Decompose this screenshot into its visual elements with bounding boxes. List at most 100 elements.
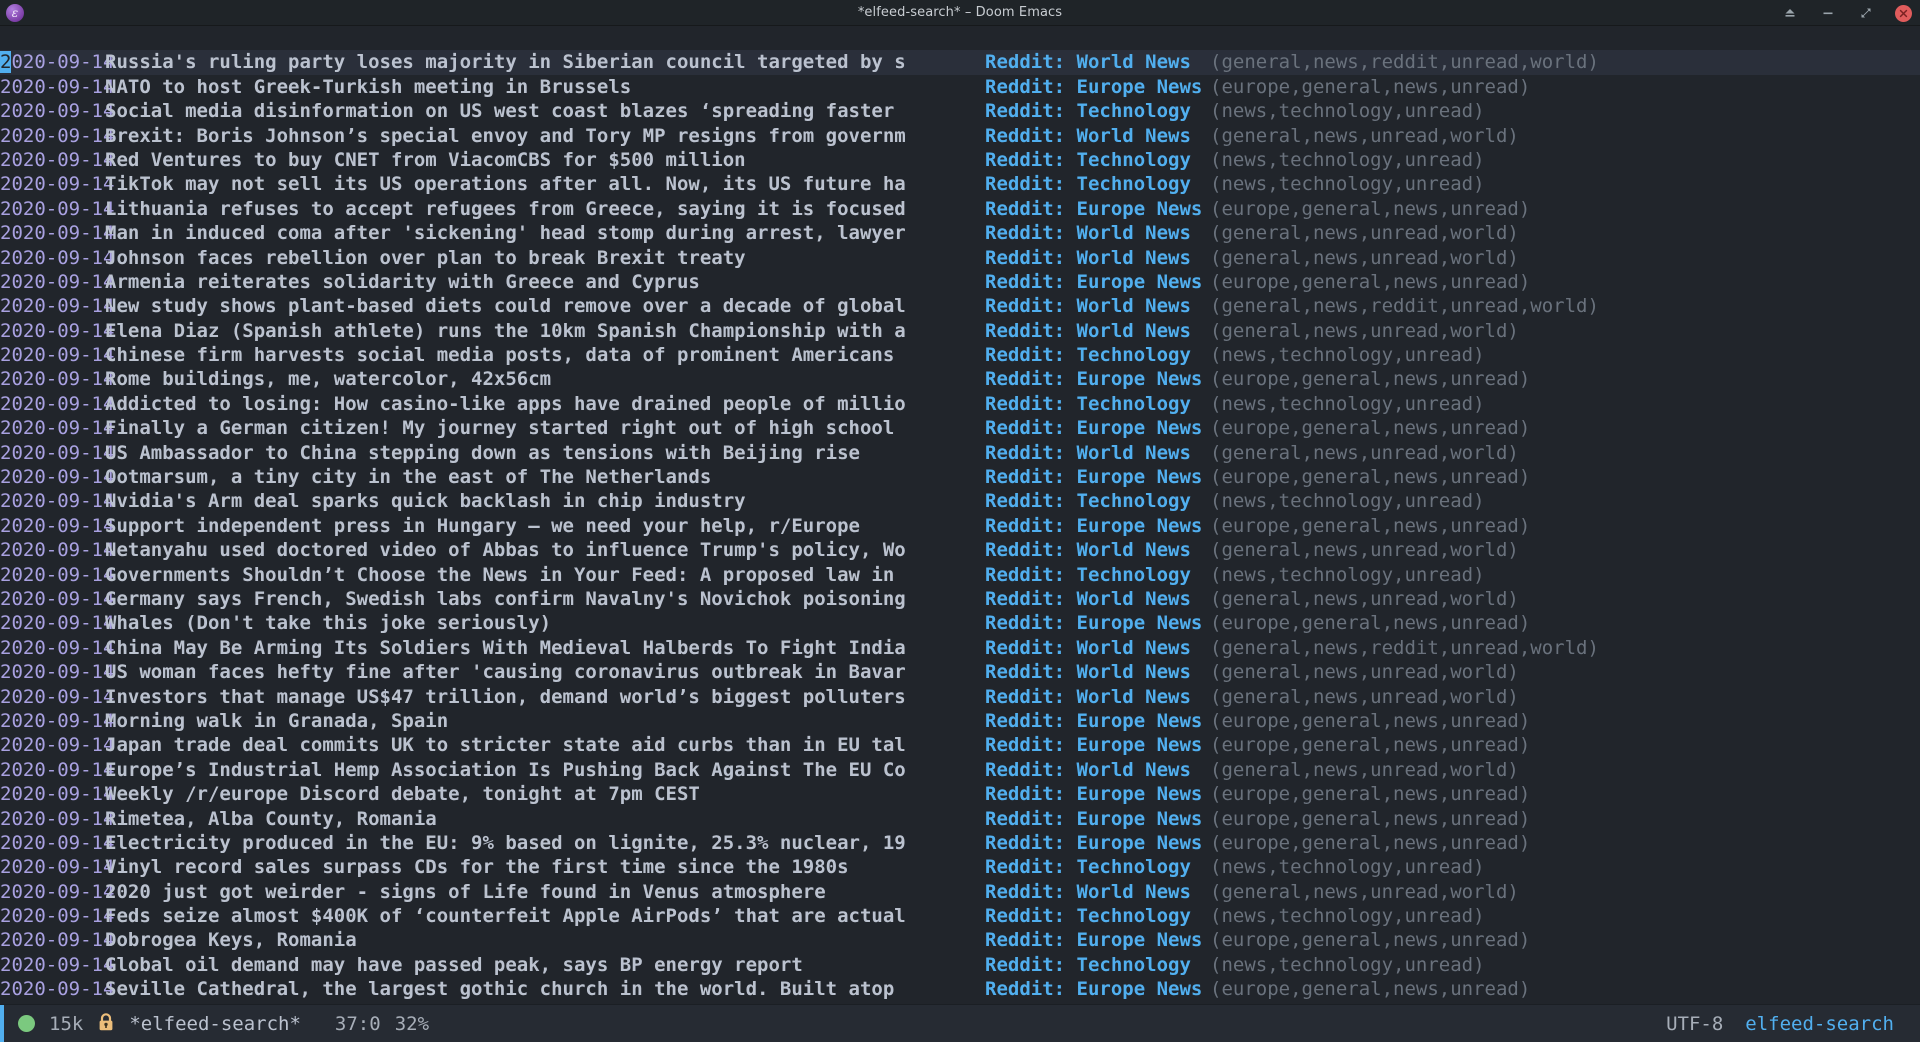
entry-feed[interactable]: Reddit: Technology: [985, 392, 1210, 416]
entry-title[interactable]: Social media disinformation on US west c…: [105, 99, 985, 123]
entry-feed[interactable]: Reddit: World News: [985, 660, 1210, 684]
entry-title[interactable]: Ootmarsum, a tiny city in the east of Th…: [105, 465, 985, 489]
entry-row[interactable]: 2020-09-14 Investors that manage US$47 tr…: [0, 685, 1920, 709]
minimize-icon[interactable]: [1819, 4, 1837, 22]
entry-title[interactable]: Europe’s Industrial Hemp Association Is …: [105, 758, 985, 782]
entry-row[interactable]: 2020-09-14 Electricity produced in the EU…: [0, 831, 1920, 855]
entry-row[interactable]: 2020-09-14 Chinese firm harvests social m…: [0, 343, 1920, 367]
entry-row[interactable]: 2020-09-14 US woman faces hefty fine afte…: [0, 660, 1920, 684]
entry-title[interactable]: Investors that manage US$47 trillion, de…: [105, 685, 985, 709]
entry-row[interactable]: 2020-09-14 Netanyahu used doctored video …: [0, 538, 1920, 562]
entry-row[interactable]: 2020-09-14 Weekly /r/europe Discord debat…: [0, 782, 1920, 806]
entry-feed[interactable]: Reddit: World News: [985, 538, 1210, 562]
entry-title[interactable]: Japan trade deal commits UK to stricter …: [105, 733, 985, 757]
entry-title[interactable]: Red Ventures to buy CNET from ViacomCBS …: [105, 148, 985, 172]
entry-title[interactable]: Elena Diaz (Spanish athlete) runs the 10…: [105, 319, 985, 343]
entry-feed[interactable]: Reddit: Europe News: [985, 197, 1210, 221]
entry-feed[interactable]: Reddit: World News: [985, 221, 1210, 245]
entry-title[interactable]: New study shows plant-based diets could …: [105, 294, 985, 318]
entry-list[interactable]: 2020-09-14 Russia's ruling party loses ma…: [0, 50, 1920, 1001]
entry-row[interactable]: 2020-09-14 Dobrogea Keys, Romania Reddit: …: [0, 928, 1920, 952]
entry-feed[interactable]: Reddit: Europe News: [985, 514, 1210, 538]
entry-row[interactable]: 2020-09-14 2020 just got weirder - signs …: [0, 880, 1920, 904]
entry-feed[interactable]: Reddit: World News: [985, 587, 1210, 611]
entry-row[interactable]: 2020-09-14 Rome buildings, me, watercolor…: [0, 367, 1920, 391]
entry-title[interactable]: NATO to host Greek-Turkish meeting in Br…: [105, 75, 985, 99]
entry-title[interactable]: Addicted to losing: How casino-like apps…: [105, 392, 985, 416]
entry-feed[interactable]: Reddit: World News: [985, 246, 1210, 270]
entry-row[interactable]: 2020-09-14 Global oil demand may have pas…: [0, 953, 1920, 977]
entry-feed[interactable]: Reddit: Europe News: [985, 977, 1210, 1001]
major-mode[interactable]: elfeed-search: [1745, 1013, 1894, 1035]
entry-row[interactable]: 2020-09-14 Armenia reiterates solidarity …: [0, 270, 1920, 294]
entry-feed[interactable]: Reddit: Technology: [985, 172, 1210, 196]
entry-row[interactable]: 2020-09-14 US Ambassador to China steppin…: [0, 441, 1920, 465]
entry-title[interactable]: Whales (Don't take this joke seriously): [105, 611, 985, 635]
entry-title[interactable]: Dobrogea Keys, Romania: [105, 928, 985, 952]
entry-feed[interactable]: Reddit: Europe News: [985, 75, 1210, 99]
entry-row[interactable]: 2020-09-14 Ootmarsum, a tiny city in the …: [0, 465, 1920, 489]
entry-feed[interactable]: Reddit: Technology: [985, 343, 1210, 367]
buffer-encoding[interactable]: UTF-8: [1666, 1013, 1723, 1035]
entry-title[interactable]: Lithuania refuses to accept refugees fro…: [105, 197, 985, 221]
entry-feed[interactable]: Reddit: Europe News: [985, 367, 1210, 391]
entry-row[interactable]: 2020-09-14 China May Be Arming Its Soldie…: [0, 636, 1920, 660]
entry-title[interactable]: Germany says French, Swedish labs confir…: [105, 587, 985, 611]
entry-feed[interactable]: Reddit: Europe News: [985, 270, 1210, 294]
entry-title[interactable]: Russia's ruling party loses majority in …: [105, 50, 985, 74]
entry-title[interactable]: Finally a German citizen! My journey sta…: [105, 416, 985, 440]
entry-feed[interactable]: Reddit: World News: [985, 758, 1210, 782]
entry-row[interactable]: 2020-09-14 Feds seize almost $400K of ‘co…: [0, 904, 1920, 928]
entry-title[interactable]: Man in induced coma after 'sickening' he…: [105, 221, 985, 245]
entry-row[interactable]: 2020-09-14 Morning walk in Granada, Spain…: [0, 709, 1920, 733]
entry-feed[interactable]: Reddit: Technology: [985, 99, 1210, 123]
entry-feed[interactable]: Reddit: Technology: [985, 855, 1210, 879]
entry-row[interactable]: 2020-09-14 NATO to host Greek-Turkish mee…: [0, 75, 1920, 99]
entry-title[interactable]: Governments Shouldn’t Choose the News in…: [105, 563, 985, 587]
entry-feed[interactable]: Reddit: World News: [985, 880, 1210, 904]
entry-feed[interactable]: Reddit: World News: [985, 294, 1210, 318]
entry-title[interactable]: US woman faces hefty fine after 'causing…: [105, 660, 985, 684]
entry-title[interactable]: Rome buildings, me, watercolor, 42x56cm: [105, 367, 985, 391]
entry-row[interactable]: 2020-09-14 Rimetea, Alba County, Romania R…: [0, 807, 1920, 831]
entry-row[interactable]: 2020-09-14 TikTok may not sell its US ope…: [0, 172, 1920, 196]
entry-row[interactable]: 2020-09-14 Europe’s Industrial Hemp Assoc…: [0, 758, 1920, 782]
entry-feed[interactable]: Reddit: Europe News: [985, 928, 1210, 952]
entry-title[interactable]: Nvidia's Arm deal sparks quick backlash …: [105, 489, 985, 513]
entry-row[interactable]: 2020-09-14 Vinyl record sales surpass CDs…: [0, 855, 1920, 879]
entry-row[interactable]: 2020-09-14 Red Ventures to buy CNET from …: [0, 148, 1920, 172]
entry-title[interactable]: Feds seize almost $400K of ‘counterfeit …: [105, 904, 985, 928]
entry-feed[interactable]: Reddit: Technology: [985, 904, 1210, 928]
entry-title[interactable]: China May Be Arming Its Soldiers With Me…: [105, 636, 985, 660]
entry-row[interactable]: 2020-09-14 Support independent press in H…: [0, 514, 1920, 538]
entry-title[interactable]: Chinese firm harvests social media posts…: [105, 343, 985, 367]
entry-row[interactable]: 2020-09-14 Lithuania refuses to accept re…: [0, 197, 1920, 221]
entry-feed[interactable]: Reddit: World News: [985, 319, 1210, 343]
entry-title[interactable]: Electricity produced in the EU: 9% based…: [105, 831, 985, 855]
close-icon[interactable]: [1895, 4, 1912, 22]
entry-title[interactable]: Armenia reiterates solidarity with Greec…: [105, 270, 985, 294]
entry-feed[interactable]: Reddit: Europe News: [985, 709, 1210, 733]
entry-row[interactable]: 2020-09-14 Brexit: Boris Johnson’s specia…: [0, 124, 1920, 148]
entry-title[interactable]: Brexit: Boris Johnson’s special envoy an…: [105, 124, 985, 148]
entry-title[interactable]: Global oil demand may have passed peak, …: [105, 953, 985, 977]
entry-row[interactable]: 2020-09-14 Addicted to losing: How casino…: [0, 392, 1920, 416]
entry-feed[interactable]: Reddit: Europe News: [985, 465, 1210, 489]
entry-row[interactable]: 2020-09-14 Johnson faces rebellion over p…: [0, 246, 1920, 270]
entry-title[interactable]: Weekly /r/europe Discord debate, tonight…: [105, 782, 985, 806]
entry-row[interactable]: 2020-09-14 Finally a German citizen! My j…: [0, 416, 1920, 440]
entry-row[interactable]: 2020-09-14 Nvidia's Arm deal sparks quick…: [0, 489, 1920, 513]
entry-row[interactable]: 2020-09-14 Elena Diaz (Spanish athlete) r…: [0, 319, 1920, 343]
entry-feed[interactable]: Reddit: Europe News: [985, 782, 1210, 806]
entry-feed[interactable]: Reddit: World News: [985, 124, 1210, 148]
entry-title[interactable]: Johnson faces rebellion over plan to bre…: [105, 246, 985, 270]
entry-row[interactable]: 2020-09-14 Social media disinformation on…: [0, 99, 1920, 123]
buffer-name[interactable]: *elfeed-search*: [129, 1013, 301, 1035]
entry-title[interactable]: TikTok may not sell its US operations af…: [105, 172, 985, 196]
entry-row[interactable]: 2020-09-14 Russia's ruling party loses ma…: [0, 50, 1920, 75]
entry-feed[interactable]: Reddit: Technology: [985, 148, 1210, 172]
entry-row[interactable]: 2020-09-14 Man in induced coma after 'sic…: [0, 221, 1920, 245]
entry-feed[interactable]: Reddit: Europe News: [985, 611, 1210, 635]
entry-title[interactable]: Morning walk in Granada, Spain: [105, 709, 985, 733]
maximize-icon[interactable]: [1857, 4, 1875, 22]
